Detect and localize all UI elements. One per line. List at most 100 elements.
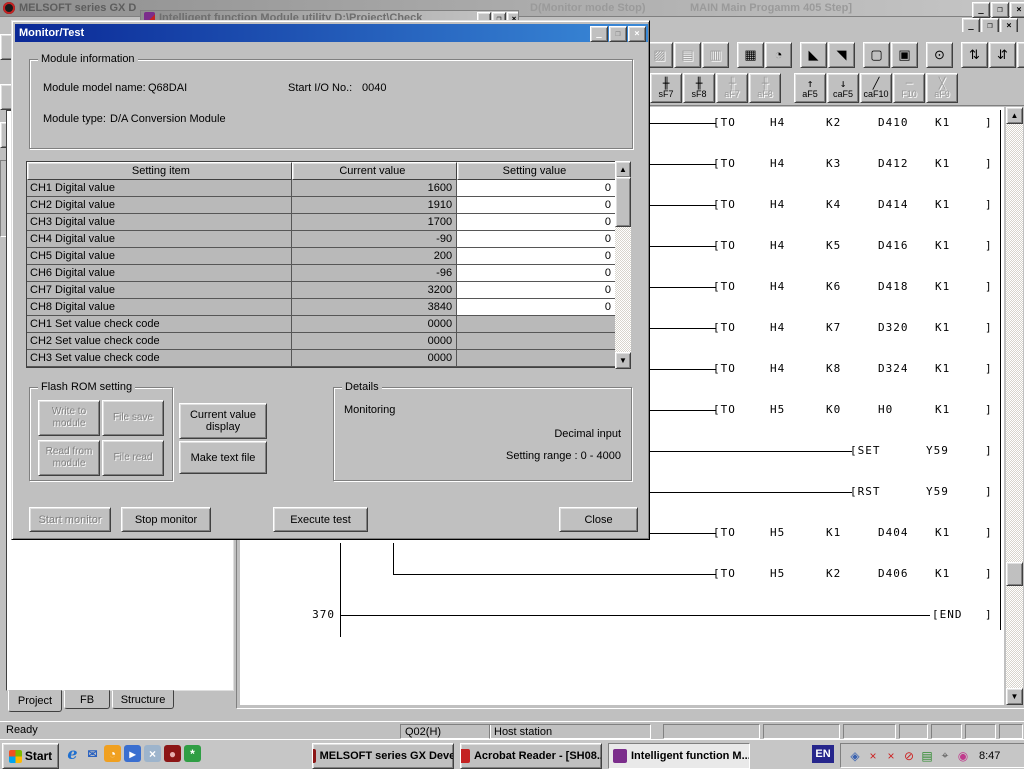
ladder-right-bracket: ] <box>985 198 993 211</box>
find-device-icon[interactable]: ⊙ <box>926 42 953 68</box>
invert-button[interactable]: ╱caF10 <box>860 73 892 103</box>
status-bar: Ready Q02(H) Host station <box>0 721 1024 739</box>
status-cpu: Q02(H) <box>400 724 491 739</box>
current-value-display-button[interactable]: Current value display <box>179 403 267 439</box>
delete-line-button[interactable]: ╳aF9 <box>926 73 958 103</box>
read-from-module-button[interactable]: Read from module <box>38 440 100 476</box>
close-button[interactable]: Close <box>559 507 638 532</box>
tab-project[interactable]: Project <box>8 690 62 712</box>
stop-monitor-button[interactable]: Stop monitor <box>121 507 211 532</box>
ladder-right-bracket: ] <box>985 362 993 375</box>
setting-value-input[interactable]: 0 <box>457 282 616 299</box>
table-row: CH5 Digital value2000 <box>27 248 616 265</box>
ladder-vscrollbar[interactable]: ▲ ▼ <box>1006 107 1023 705</box>
tray-document-icon[interactable]: ▤ <box>919 748 935 764</box>
window-tile-icon[interactable]: ▣ <box>891 42 918 68</box>
ladder-token: [TO <box>713 321 736 334</box>
branch-close-button[interactable]: ╫aF8 <box>749 73 781 103</box>
tray-shield-icon[interactable]: ◈ <box>847 748 863 764</box>
setting-value-input[interactable]: 0 <box>457 299 616 316</box>
insert-rung-icon[interactable]: ⇅ <box>1017 42 1024 68</box>
tray-network1-icon[interactable]: × <box>865 748 881 764</box>
setting-value-input[interactable]: 0 <box>457 197 616 214</box>
window-cascade-icon[interactable]: ▢ <box>863 42 890 68</box>
ladder-right-bracket: ] <box>985 403 993 416</box>
status-station: Host station <box>489 724 651 739</box>
table-row: CH3 Digital value17000 <box>27 214 616 231</box>
status-panel-empty <box>663 724 760 739</box>
table-row: CH7 Digital value32000 <box>27 282 616 299</box>
file-save-button[interactable]: File save <box>102 400 164 436</box>
contact-close-button[interactable]: ╫sF8 <box>683 73 715 103</box>
dialog-close-button[interactable]: × <box>628 26 646 42</box>
file-read-button[interactable]: File read <box>102 440 164 476</box>
tray-mouse-icon[interactable]: ⌖ <box>937 748 953 764</box>
table-scroll-up-button[interactable]: ▲ <box>615 161 631 178</box>
tab-structure[interactable]: Structure <box>112 690 174 709</box>
ladder-verify-icon[interactable]: ▥ <box>702 42 729 68</box>
ladder-token: H4 <box>770 116 785 129</box>
start-button[interactable]: Start <box>2 743 59 769</box>
ladder-token: K8 <box>826 362 841 375</box>
dialog-maximize-button[interactable]: ❐ <box>609 26 627 42</box>
horizontal-line-button[interactable]: ─F10 <box>893 73 925 103</box>
setting-value-input[interactable]: 0 <box>457 180 616 197</box>
insert-row-icon: ⇅ <box>969 49 980 61</box>
ladder-token: K3 <box>826 157 841 170</box>
tray-color-icon[interactable]: ◉ <box>955 748 971 764</box>
scroll-up-button[interactable]: ▲ <box>1006 107 1023 124</box>
contact-open-button[interactable]: ╫sF7 <box>650 73 682 103</box>
setting-value-input[interactable]: 0 <box>457 265 616 282</box>
tab-fb[interactable]: FB <box>64 690 110 709</box>
start-monitor-button[interactable]: Start monitor <box>29 507 111 532</box>
minimize-button[interactable]: _ <box>972 2 990 18</box>
make-text-file-button[interactable]: Make text file <box>179 441 267 474</box>
setting-value-input[interactable]: 0 <box>457 214 616 231</box>
scheduler-icon[interactable]: ◔ <box>104 745 121 762</box>
monitor-watch-icon: ◔ <box>775 49 783 61</box>
security-app-icon[interactable]: ● <box>164 745 181 762</box>
update-icon[interactable]: * <box>184 745 201 762</box>
insert-row-icon[interactable]: ⇅ <box>961 42 988 68</box>
quick-app-icon[interactable]: × <box>144 745 161 762</box>
program-list-icon[interactable]: ▦ <box>737 42 764 68</box>
media-player-icon[interactable]: ▸ <box>124 745 141 762</box>
ladder-token: H4 <box>770 321 785 334</box>
write-to-module-button[interactable]: Write to module <box>38 400 100 436</box>
monitor-watch-icon[interactable]: ◔ <box>765 42 792 68</box>
table-scrollbar[interactable]: ▲ ▼ <box>615 161 631 369</box>
language-indicator[interactable]: EN <box>812 745 834 763</box>
task-intelligent[interactable]: Intelligent function M... <box>608 743 750 769</box>
task-melsoft[interactable]: MELSOFT series GX Deve... <box>312 743 454 769</box>
dialog-minimize-button[interactable]: _ <box>590 26 608 42</box>
setting-value-input[interactable]: 0 <box>457 248 616 265</box>
ladder-write-icon[interactable]: ▤ <box>674 42 701 68</box>
table-header-2: Current value <box>292 162 457 180</box>
restore-button[interactable]: ❐ <box>991 2 1009 18</box>
setting-value-cell <box>457 333 616 350</box>
table-scroll-down-button[interactable]: ▼ <box>615 352 631 369</box>
ladder-token: D414 <box>878 198 909 211</box>
scroll-down-button[interactable]: ▼ <box>1006 688 1023 705</box>
ladder-convert-icon[interactable]: ▨ <box>646 42 673 68</box>
close-button[interactable]: × <box>1010 2 1024 18</box>
tray-network2-icon[interactable]: × <box>883 748 899 764</box>
branch-open-button[interactable]: ╫aF7 <box>716 73 748 103</box>
scroll-thumb[interactable] <box>1006 562 1023 586</box>
monitor-stop-icon[interactable]: ◥ <box>828 42 855 68</box>
table-scroll-thumb[interactable] <box>615 177 631 227</box>
tray-blocked-icon[interactable]: ⊘ <box>901 748 917 764</box>
delete-row-icon[interactable]: ⇵ <box>989 42 1016 68</box>
window-cascade-icon: ▢ <box>870 49 882 61</box>
dialog-titlebar[interactable]: Monitor/Test _ ❐ × <box>15 24 648 42</box>
task-acrobat[interactable]: Acrobat Reader - [SH08... <box>460 743 602 769</box>
details-monitoring: Monitoring <box>344 404 395 416</box>
pulse-up-button[interactable]: ↑aF5 <box>794 73 826 103</box>
ladder-right-bracket: ] <box>985 280 993 293</box>
internet-explorer-icon[interactable]: e <box>64 745 81 762</box>
mail-icon[interactable]: ✉ <box>84 745 101 762</box>
pulse-down-button[interactable]: ↓caF5 <box>827 73 859 103</box>
execute-test-button[interactable]: Execute test <box>273 507 368 532</box>
monitor-start-icon[interactable]: ◣ <box>800 42 827 68</box>
setting-value-input[interactable]: 0 <box>457 231 616 248</box>
